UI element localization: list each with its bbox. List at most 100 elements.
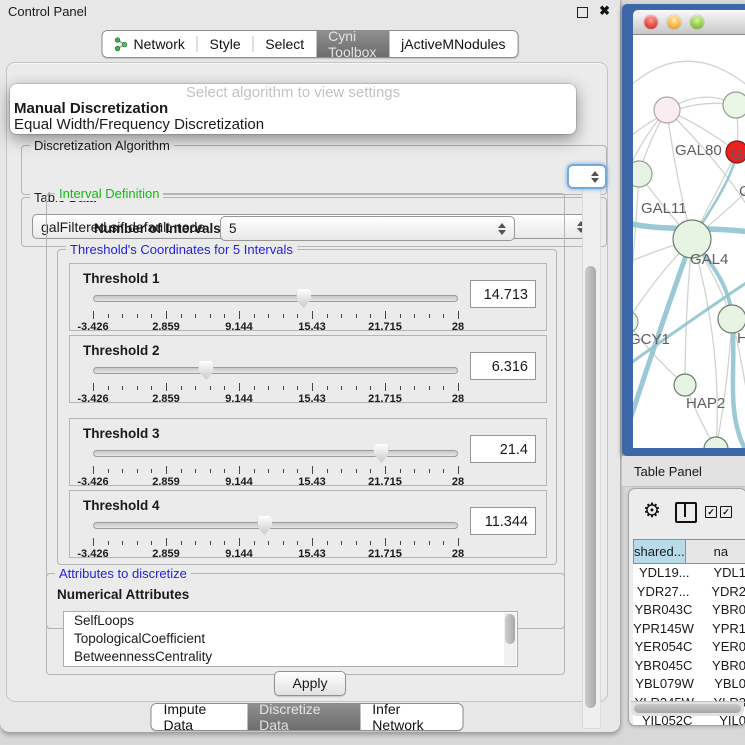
tab-network[interactable]: Network (103, 31, 197, 57)
threshold-slider[interactable]: -3.4262.8599.14415.4321.71528 (93, 290, 458, 330)
slider-handle[interactable] (374, 444, 389, 463)
tick-label: 2.859 (152, 321, 180, 333)
table-cell[interactable]: YDL1 (695, 564, 745, 583)
table-cell[interactable]: YBR0 (694, 601, 745, 620)
horizontal-scrollbar-thumb[interactable] (634, 704, 741, 713)
top-tab-bar: Network Style SelectCyni ToolboxjActiveMNo… (102, 30, 519, 58)
table-cell[interactable]: YBL0 (696, 675, 745, 694)
number-of-intervals-label: Number of Intervals (94, 221, 221, 236)
slider-ticks (93, 538, 458, 547)
table-row[interactable]: YER054CYER0 (633, 638, 745, 657)
threshold-value-field[interactable]: 11.344 (470, 507, 536, 535)
threshold-row: Threshold 1 -3.4262.8599.14415.4321.7152… (69, 263, 547, 331)
dropdown-hint: Select algorithm to view settings (10, 84, 576, 101)
number-of-intervals-combobox[interactable]: 5 (220, 216, 515, 241)
slider-ticks (93, 383, 458, 392)
tab-label: Style (210, 36, 241, 52)
network-node[interactable] (633, 311, 638, 333)
network-node[interactable] (633, 161, 652, 187)
network-window-titlebar[interactable] (633, 10, 745, 35)
zoom-traffic-light[interactable] (690, 15, 704, 29)
tick-label: 28 (452, 321, 464, 333)
table-cell[interactable]: YER054C (633, 638, 694, 657)
table-row[interactable]: YBL079WYBL0 (633, 675, 745, 694)
tab-cyni-toolbox[interactable]: Cyni Toolbox (316, 31, 389, 57)
threshold-value-field[interactable]: 14.713 (470, 280, 536, 308)
column-header-name[interactable]: na (686, 539, 745, 564)
table-cell[interactable]: YDR27... (633, 583, 693, 602)
threshold-slider[interactable]: -3.4262.8599.14415.4321.71528 (93, 445, 458, 485)
network-node[interactable] (704, 437, 728, 448)
network-node[interactable] (654, 97, 680, 123)
network-canvas[interactable]: GAL80GACGAL11GAL4GCY1HHAP2 (633, 35, 745, 448)
slider-track[interactable] (93, 367, 458, 374)
bottom-tab-infer-network[interactable]: Infer Network (360, 704, 462, 730)
slider-track[interactable] (93, 522, 458, 529)
table-cell[interactable]: YDR2 (693, 583, 745, 602)
column-header-shared-name[interactable]: shared... (633, 539, 686, 564)
dropdown-option-equal-width-frequency[interactable]: Equal Width/Frequency Discretization (10, 117, 576, 133)
table-row[interactable]: YDL19...YDL1 (633, 564, 745, 583)
threshold-slider[interactable]: -3.4262.8599.14415.4321.71528 (93, 362, 458, 402)
node-label: GAL11 (641, 200, 687, 217)
attribute-list-item[interactable]: BetweennessCentrality (64, 648, 517, 666)
slider-handle[interactable] (257, 516, 272, 535)
threshold-label: Threshold 1 (83, 271, 160, 286)
tick-label: 15.43 (298, 548, 326, 560)
table-row[interactable]: YBR043CYBR0 (633, 601, 745, 620)
attribute-list-item[interactable]: TopologicalCoefficient (64, 630, 517, 648)
horizontal-scrollbar[interactable] (631, 701, 744, 716)
table-row[interactable]: YPR145WYPR1 (633, 620, 745, 639)
cyni-toolbox-panel: Discretization Algorithm Table Data galF… (6, 62, 608, 702)
checkbox-icon[interactable]: ✓ (705, 506, 717, 518)
table-row[interactable]: YBR045CYBR0 (633, 657, 745, 676)
table-cell[interactable]: YPR145W (633, 620, 694, 639)
threshold-value-field[interactable]: 6.316 (470, 352, 536, 380)
table-row[interactable]: YDR27...YDR2 (633, 583, 745, 602)
attribute-list-item[interactable]: SelfLoops (64, 612, 517, 630)
table-cell[interactable]: YBR045C (633, 657, 694, 676)
numerical-attributes-list[interactable]: SelfLoopsTopologicalCoefficientBetweenne… (63, 611, 518, 667)
table-cell[interactable]: YER0 (694, 638, 745, 657)
slider-tick-labels: -3.4262.8599.14415.4321.71528 (93, 393, 458, 405)
close-icon[interactable]: ✖ (599, 3, 610, 19)
table-cell[interactable]: YBR043C (633, 601, 694, 620)
bottom-tab-impute-data[interactable]: Impute Data (152, 704, 248, 730)
network-icon (115, 37, 128, 52)
threshold-value-field[interactable]: 21.4 (470, 435, 536, 463)
network-node[interactable] (718, 305, 745, 333)
algorithm-combobox[interactable] (567, 164, 607, 189)
minimize-traffic-light[interactable] (667, 15, 681, 29)
panel-scrollbar-thumb[interactable] (585, 266, 596, 708)
node-label: GAL4 (690, 251, 728, 268)
network-node[interactable] (674, 374, 696, 396)
combo-arrows-icon (585, 171, 599, 183)
checkbox-icon[interactable]: ✓ (720, 506, 732, 518)
network-node[interactable] (723, 92, 745, 118)
tab-style[interactable]: Style (198, 31, 253, 57)
gear-icon[interactable]: ⚙ (643, 498, 661, 523)
dropdown-option-manual-discretization[interactable]: Manual Discretization (10, 101, 576, 117)
tab-label: Infer Network (372, 703, 450, 731)
slider-track[interactable] (93, 295, 458, 302)
slider-ticks (93, 466, 458, 475)
slider-handle[interactable] (296, 289, 311, 308)
float-window-icon[interactable] (577, 7, 588, 18)
threshold-slider[interactable]: -3.4262.8599.14415.4321.71528 (93, 517, 458, 557)
tab-select[interactable]: Select (253, 31, 316, 57)
apply-button[interactable]: Apply (274, 671, 346, 696)
close-traffic-light[interactable] (644, 15, 658, 29)
table-cell[interactable]: YBR0 (694, 657, 745, 676)
table-cell[interactable]: YPR1 (694, 620, 745, 639)
tab-jactivemnodules[interactable]: jActiveMNodules (389, 31, 517, 57)
slider-handle[interactable] (199, 361, 214, 380)
columns-icon[interactable] (675, 502, 697, 523)
table-cell[interactable]: YBL079W (633, 675, 696, 694)
table-cell[interactable]: YDL19... (633, 564, 695, 583)
list-scrollbar[interactable] (504, 613, 516, 665)
panel-scrollbar[interactable] (582, 187, 601, 729)
slider-track[interactable] (93, 450, 458, 457)
tick-label: -3.426 (77, 321, 108, 333)
bottom-tab-discretize-data[interactable]: Discretize Data (247, 704, 360, 730)
tick-label: 9.144 (225, 321, 253, 333)
